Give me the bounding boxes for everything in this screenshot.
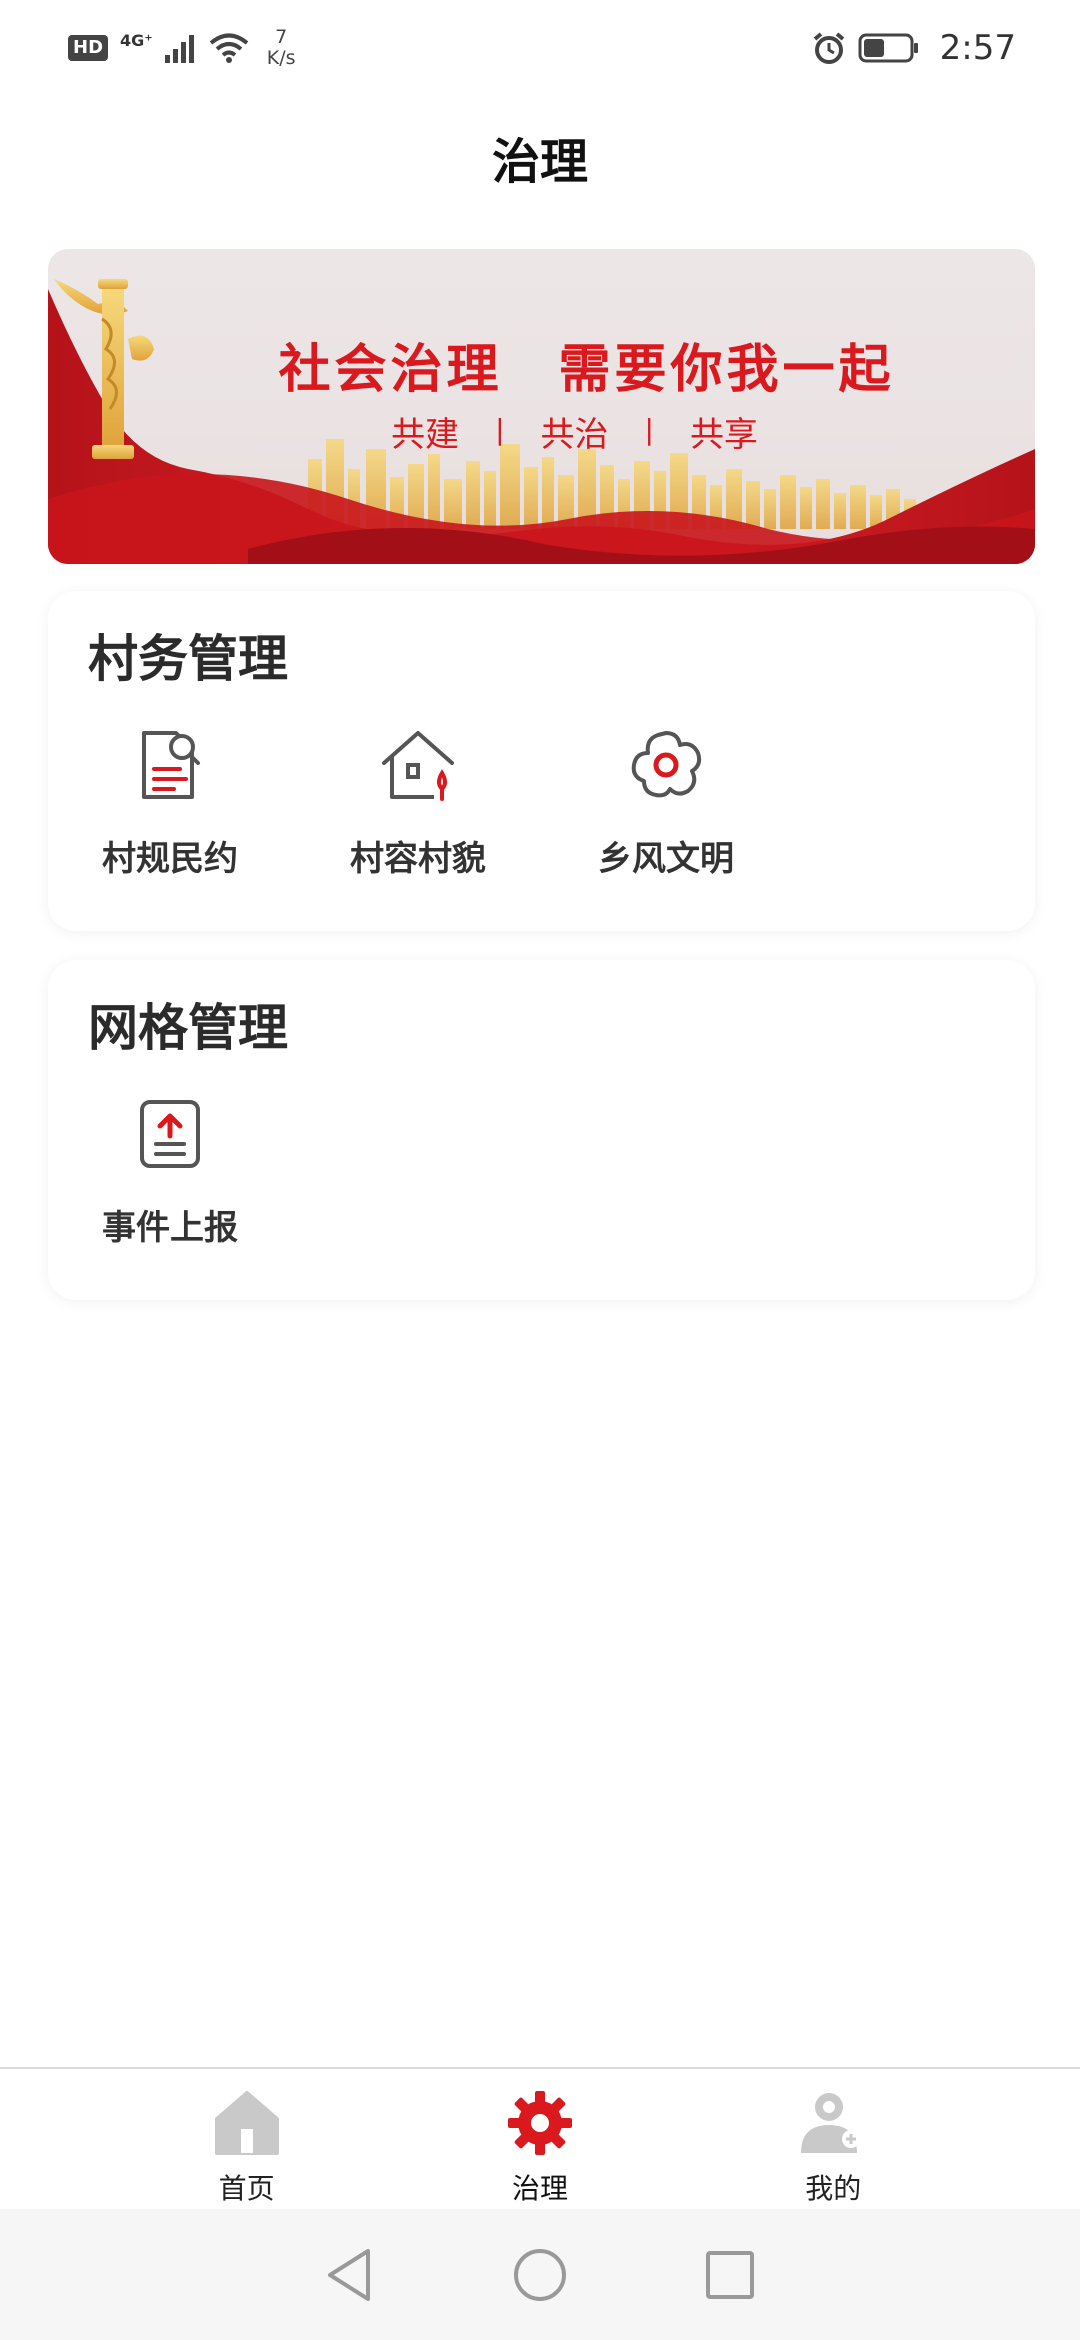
net-speed-unit: K/s — [266, 47, 296, 69]
system-nav-bar — [0, 2209, 1080, 2340]
network-type: 4G⁺ — [120, 30, 153, 50]
net-speed: 7 K/s — [267, 27, 296, 69]
document-icon — [142, 731, 200, 799]
village-affairs-title: 村务管理 — [88, 630, 288, 688]
signal-icon — [164, 35, 194, 63]
nav-governance-label: 治理 — [511, 2172, 568, 2205]
banner[interactable]: 社会治理 需要你我一起 共建 | 共治 | 共享 — [48, 249, 1035, 564]
event-report-item[interactable]: 事件上报 — [70, 1094, 270, 1249]
recents-icon[interactable] — [704, 2249, 756, 2301]
hd-badge: HD — [68, 35, 109, 61]
event-report-label: 事件上报 — [102, 1208, 238, 1248]
village-appearance-item[interactable]: 村容村貌 — [318, 725, 518, 880]
grid-management-card: 网格管理 事件上报 — [48, 960, 1035, 1300]
banner-separator: | — [644, 413, 654, 446]
banner-sub-1: 共建 — [391, 415, 460, 455]
nav-governance[interactable]: 治理 — [460, 2069, 620, 2209]
village-appearance-label: 村容村貌 — [350, 839, 486, 879]
civilization-label: 乡风文明 — [598, 839, 734, 879]
nav-home-label: 首页 — [218, 2172, 275, 2205]
upload-report-icon — [140, 1100, 200, 1168]
net-speed-value: 7 — [275, 26, 288, 48]
wifi-icon — [209, 33, 249, 63]
nav-home[interactable]: 首页 — [167, 2069, 327, 2209]
battery-icon — [858, 33, 918, 63]
gear-icon — [507, 2091, 572, 2155]
user-icon — [801, 2093, 861, 2153]
status-left: HD 4G⁺ 7 K/s — [68, 27, 296, 69]
banner-separator: | — [495, 413, 505, 446]
civilization-item[interactable]: 乡风文明 — [566, 725, 766, 880]
banner-sub-3: 共享 — [689, 415, 758, 455]
village-rules-label: 村规民约 — [102, 839, 238, 879]
status-bar: HD 4G⁺ 7 K/s 2:57 — [0, 0, 1080, 96]
village-rules-item[interactable]: 村规民约 — [70, 725, 270, 880]
flower-icon — [631, 731, 702, 798]
village-affairs-card: 村务管理 村规民约 村容村貌 乡风文明 — [48, 591, 1035, 931]
banner-subtitles: 共建 | 共治 | 共享 — [48, 407, 1035, 456]
back-icon[interactable] — [324, 2247, 376, 2303]
nav-mine[interactable]: 我的 — [753, 2069, 913, 2209]
banner-headline: 社会治理 需要你我一起 — [278, 340, 895, 400]
alarm-icon — [813, 32, 844, 64]
banner-sub-2: 共治 — [540, 415, 609, 455]
bottom-nav: 首页 治理 我的 — [0, 2067, 1080, 2209]
status-right: 2:57 — [812, 28, 1016, 68]
home-circle-icon[interactable] — [512, 2247, 568, 2303]
clock: 2:57 — [939, 28, 1016, 68]
grid-management-title: 网格管理 — [88, 999, 288, 1057]
house-icon — [382, 731, 454, 801]
home-icon — [214, 2091, 279, 2155]
page-title: 治理 — [491, 134, 588, 190]
nav-mine-label: 我的 — [805, 2172, 862, 2205]
